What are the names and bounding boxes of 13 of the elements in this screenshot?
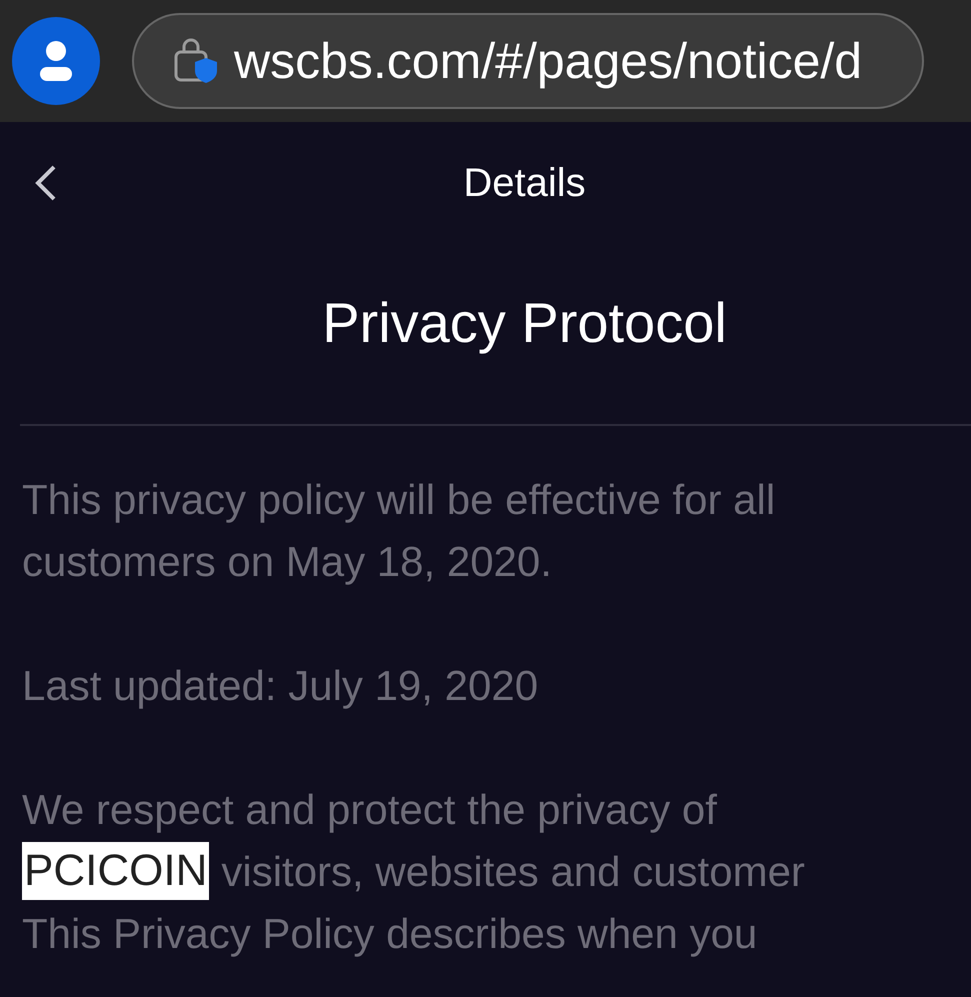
body-text: Last updated: July 19, 2020 [22,660,538,711]
body-text: customers on May 18, 2020. [22,536,552,587]
body-text: visitors, websites and customer [221,846,805,896]
highlighted-word: PCICOIN [22,842,210,900]
body-text: This Privacy Policy describes when you [22,908,758,959]
address-bar[interactable]: wscbs.com/#/pages/notice/d [132,13,924,109]
back-icon[interactable] [34,165,58,201]
page-title: Details [462,160,586,207]
article-title: Privacy Protocol [321,290,727,356]
url-text: wscbs.com/#/pages/notice/d [234,32,862,90]
body-text: We respect and protect the privacy of [22,784,717,835]
lock-shield-icon [174,38,218,84]
body-text: This privacy policy will be effective for all [22,474,776,525]
